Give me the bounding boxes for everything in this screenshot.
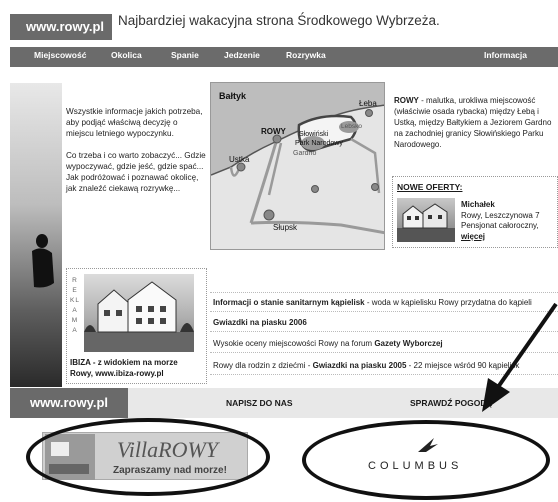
map-label-gardno: Gardno	[293, 150, 317, 157]
beach-photo	[10, 83, 62, 387]
main-nav: Miejscowość Okolica Spanie Jedzenie Rozr…	[10, 47, 558, 67]
intro-paragraph-1: Wszystkie informacje jakich potrzeba, ab…	[66, 107, 203, 138]
intro-paragraph-2: Co trzeba i co warto zobaczyć... Gdzie w…	[66, 151, 206, 193]
nav-spanie[interactable]: Spanie	[171, 50, 199, 60]
ad-vertical-label: REKLAMA	[70, 277, 80, 334]
ad-line-1: IBIZA - z widokiem na morze	[70, 358, 178, 367]
map-label-park: Park Narodowy	[295, 140, 343, 147]
annotation-arrow	[482, 302, 558, 412]
map-label-lebsko: Lebsko	[341, 123, 362, 130]
map-label-baltyk: Bałtyk	[219, 91, 247, 101]
footer-logo[interactable]: www.rowy.pl	[10, 388, 128, 418]
site-tagline: Najbardziej wakacyjna strona Środkowego …	[118, 13, 440, 28]
ibiza-ad-text[interactable]: IBIZA - z widokiem na morze Rowy, www.ib…	[70, 357, 205, 379]
contact-link[interactable]: NAPISZ DO NAS	[226, 398, 293, 408]
offer-name[interactable]: Michałek	[461, 200, 558, 211]
offer-address: Rowy, Leszczynowa 7	[461, 210, 540, 220]
site-logo[interactable]: www.rowy.pl	[10, 14, 112, 40]
region-map[interactable]: Bałtyk Łeba ROWY Słowiński Park Narodowy…	[210, 82, 385, 250]
nav-jedzenie[interactable]: Jedzenie	[224, 50, 260, 60]
offer-photo[interactable]	[397, 198, 455, 242]
offers-title[interactable]: NOWE OFERTY:	[397, 182, 462, 192]
nav-miejscowosc[interactable]: Miejscowość	[34, 50, 86, 60]
annotation-ellipse	[302, 420, 550, 500]
ibiza-ad-photo[interactable]	[84, 274, 194, 352]
map-label-slowinski: Słowiński	[299, 131, 329, 138]
map-label-ustka: Ustka	[229, 155, 250, 164]
map-label-leba: Łeba	[359, 99, 377, 108]
nav-rozrywka[interactable]: Rozrywka	[286, 50, 326, 60]
annotation-ellipse	[26, 418, 270, 496]
map-label-slupsk: Słupsk	[273, 223, 298, 232]
nav-okolica[interactable]: Okolica	[111, 50, 142, 60]
rowy-description: ROWY - malutka, urokliwa miejscowość (wł…	[394, 95, 558, 150]
intro-text: Wszystkie informacje jakich potrzeba, ab…	[66, 106, 206, 205]
offer-text: Michałek Rowy, Leszczynowa 7 Pensjonat c…	[461, 200, 558, 242]
map-label-rowy: ROWY	[261, 127, 286, 136]
ad-line-2: Rowy, www.ibiza-rowy.pl	[70, 369, 164, 378]
offer-type: Pensjonat całoroczny,	[461, 221, 539, 230]
offer-more-link[interactable]: więcej	[461, 232, 558, 243]
nav-informacja[interactable]: Informacja	[484, 50, 527, 60]
description-bold: ROWY	[394, 96, 419, 105]
